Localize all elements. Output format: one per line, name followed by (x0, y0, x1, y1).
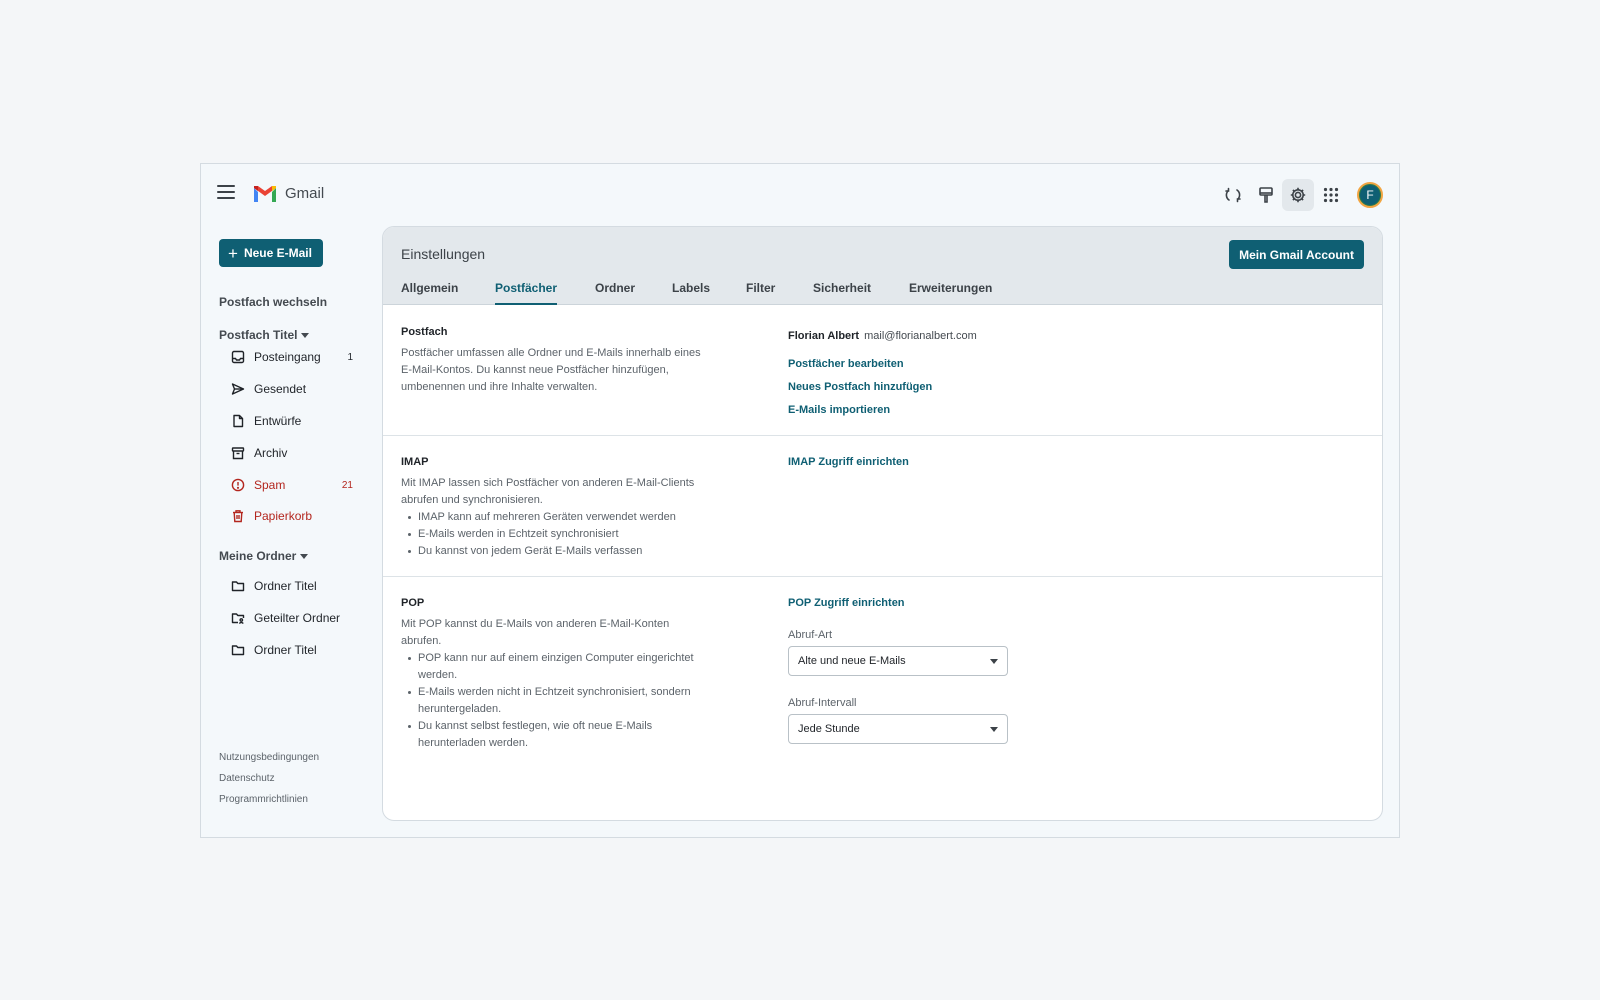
sidebar-item-label: Entwürfe (254, 414, 302, 428)
top-bar: Gmail F (201, 164, 1399, 224)
terms-link[interactable]: Nutzungsbedingungen (219, 752, 319, 763)
archive-icon (231, 447, 245, 460)
mailbox-section: Postfach Postfächer umfassen alle Ordner… (383, 306, 1382, 436)
account-info: Florian Albert mail@florianalbert.com (788, 326, 977, 344)
sidebar-item-label: Spam (254, 478, 286, 492)
settings-header: Einstellungen Mein Gmail Account Allgeme… (383, 227, 1382, 305)
compose-button[interactable]: + Neue E-Mail (219, 239, 323, 267)
section-title: Postfach (401, 326, 448, 338)
menu-icon[interactable] (217, 185, 235, 201)
folder-icon (231, 645, 245, 656)
my-account-button[interactable]: Mein Gmail Account (1229, 240, 1364, 269)
mailbox-title-toggle[interactable]: Postfach Titel (219, 328, 310, 342)
folder-icon (231, 581, 245, 592)
account-email: mail@florianalbert.com (864, 330, 977, 342)
unread-count: 1 (347, 351, 353, 363)
app-title: Gmail (285, 185, 325, 202)
imap-setup-link[interactable]: IMAP Zugriff einrichten (788, 456, 909, 468)
sidebar-item-drafts[interactable]: Entwürfe (231, 410, 353, 432)
tab-security[interactable]: Sicherheit (813, 281, 871, 305)
list-item: E-Mails werden in Echtzeit synchronisier… (401, 526, 711, 543)
settings-panel: Einstellungen Mein Gmail Account Allgeme… (382, 226, 1383, 821)
draft-icon (233, 414, 244, 428)
switch-mailbox-link[interactable]: Postfach wechseln (219, 295, 327, 309)
mailbox-title: Postfach Titel (219, 328, 298, 342)
sync-icon[interactable] (1217, 179, 1249, 211)
gmail-logo-icon (254, 186, 276, 202)
sidebar-item-label: Posteingang (254, 350, 321, 364)
section-title: POP (401, 597, 425, 609)
list-item: IMAP kann auf mehreren Geräten verwendet… (401, 509, 711, 526)
paint-icon[interactable] (1250, 179, 1282, 211)
avatar[interactable]: F (1357, 182, 1383, 208)
sidebar-item-inbox[interactable]: Posteingang 1 (231, 346, 353, 368)
gear-icon[interactable] (1282, 179, 1314, 211)
sidebar-item-archive[interactable]: Archiv (231, 442, 353, 464)
pop-setup-link[interactable]: POP Zugriff einrichten (788, 597, 905, 609)
sidebar-item-spam[interactable]: Spam 21 (231, 474, 353, 496)
sidebar-shared-folder-item[interactable]: Geteilter Ordner (231, 607, 353, 629)
imap-feature-list: IMAP kann auf mehreren Geräten verwendet… (401, 509, 711, 560)
sidebar-item-label: Archiv (254, 446, 288, 460)
apps-grid-icon[interactable] (1315, 179, 1347, 211)
privacy-link[interactable]: Datenschutz (219, 773, 275, 784)
sidebar-item-label: Papierkorb (254, 509, 313, 523)
sidebar-item-trash[interactable]: Papierkorb (231, 505, 353, 527)
sidebar-item-label: Ordner Titel (254, 579, 317, 593)
compose-label: Neue E-Mail (243, 246, 312, 260)
tab-mailboxes[interactable]: Postfächer (495, 281, 558, 305)
caret-down-icon (300, 553, 309, 559)
account-name: Florian Albert (788, 330, 860, 342)
list-item: POP kann nur auf einem einzigen Computer… (401, 650, 711, 684)
edit-mailboxes-link[interactable]: Postfächer bearbeiten (788, 358, 904, 370)
send-icon (231, 383, 245, 395)
section-description: Mit IMAP lassen sich Postfächer von ande… (401, 475, 711, 560)
list-item: E-Mails werden nicht in Echtzeit synchro… (401, 684, 711, 718)
tab-labels[interactable]: Labels (672, 281, 710, 305)
inbox-icon (231, 350, 245, 364)
list-item: Du kannst selbst festlegen, wie oft neue… (401, 718, 711, 752)
add-mailbox-link[interactable]: Neues Postfach hinzufügen (788, 381, 932, 393)
list-item: Du kannst von jedem Gerät E-Mails verfas… (401, 543, 711, 560)
fetch-interval-label: Abruf-Intervall (788, 697, 857, 709)
caret-down-icon (301, 332, 310, 338)
program-policies-link[interactable]: Programmrichtlinien (219, 794, 308, 805)
fetch-interval-value: Jede Stunde (798, 723, 860, 735)
my-folders-toggle[interactable]: Meine Ordner (219, 549, 309, 563)
shared-folder-icon (231, 613, 245, 625)
sidebar-item-label: Gesendet (254, 382, 307, 396)
section-description: Mit POP kannst du E-Mails von anderen E-… (401, 616, 711, 752)
section-title: IMAP (401, 456, 429, 468)
sidebar-folder-item[interactable]: Ordner Titel (231, 575, 353, 597)
sidebar-item-sent[interactable]: Gesendet (231, 378, 353, 400)
pop-feature-list: POP kann nur auf einem einzigen Computer… (401, 650, 711, 752)
pop-section: POP Mit POP kannst du E-Mails von andere… (383, 577, 1382, 820)
fetch-type-label: Abruf-Art (788, 629, 833, 641)
import-emails-link[interactable]: E-Mails importieren (788, 404, 890, 416)
spam-icon (231, 478, 245, 492)
chevron-down-icon (990, 727, 998, 732)
app-window: Gmail F + Neue E-Mail Postfach wechseln … (200, 163, 1400, 838)
trash-icon (233, 510, 243, 523)
fetch-type-value: Alte und neue E-Mails (798, 655, 906, 667)
spam-count: 21 (341, 479, 353, 491)
page-title: Einstellungen (401, 246, 486, 262)
pop-description: Mit POP kannst du E-Mails von anderen E-… (401, 618, 670, 647)
fetch-type-select[interactable]: Alte und neue E-Mails (788, 646, 1008, 676)
folders-title: Meine Ordner (219, 549, 297, 563)
sidebar-item-label: Ordner Titel (254, 643, 317, 657)
tab-general[interactable]: Allgemein (401, 281, 458, 305)
tab-folders[interactable]: Ordner (595, 281, 635, 305)
plus-icon: + (228, 243, 238, 263)
sidebar-item-label: Geteilter Ordner (254, 611, 341, 625)
sidebar-folder-item[interactable]: Ordner Titel (231, 639, 353, 661)
section-description: Postfächer umfassen alle Ordner und E-Ma… (401, 347, 701, 393)
tab-extensions[interactable]: Erweiterungen (909, 281, 992, 305)
imap-description: Mit IMAP lassen sich Postfächer von ande… (401, 477, 695, 506)
chevron-down-icon (990, 659, 998, 664)
fetch-interval-select[interactable]: Jede Stunde (788, 714, 1008, 744)
imap-section: IMAP Mit IMAP lassen sich Postfächer von… (383, 436, 1382, 577)
tab-filter[interactable]: Filter (746, 281, 775, 305)
